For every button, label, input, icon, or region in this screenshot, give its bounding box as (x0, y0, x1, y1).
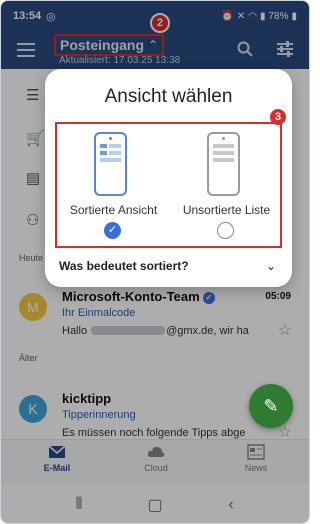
option-sorted-label: Sortierte Ansicht (69, 203, 158, 217)
alarm-icon: ⏰ (221, 10, 234, 22)
network-icon[interactable]: ⚇ (26, 211, 42, 229)
filter-icon[interactable] (276, 41, 294, 57)
mail-preview-end: @gmx.de, wir ha (166, 325, 249, 337)
bottom-navigation: E-Mail Cloud News (1, 439, 309, 485)
sender-name: kicktipp (62, 391, 112, 406)
section-today: Heute (19, 253, 44, 263)
pencil-icon: ✎ (263, 395, 279, 416)
nav-label: E-Mail (43, 463, 71, 473)
sorted-phone-icon (94, 132, 127, 196)
nav-news[interactable]: News (216, 444, 296, 473)
document-icon[interactable]: ▤ (26, 169, 42, 187)
mail-subject: Ihr Einmalcode (62, 307, 136, 319)
mail-subject: Tipperinnerung (62, 409, 136, 421)
status-icons: ⏰ ✕ ◠ ▮ 78% ▮ (221, 11, 297, 22)
back-icon[interactable]: ‹ (216, 496, 246, 514)
section-older: Älter (19, 353, 38, 363)
recents-icon[interactable]: ⦀ (64, 496, 94, 514)
star-icon[interactable]: ☆ (278, 320, 292, 340)
avatar: M (19, 293, 47, 321)
folder-selector[interactable]: Posteingang ⌃ (54, 34, 165, 56)
radio-unsorted[interactable] (217, 222, 234, 239)
battery-level: 78% (268, 10, 289, 22)
verified-icon: ✓ (202, 292, 215, 304)
chevron-up-icon: ⌃ (148, 38, 159, 52)
news-icon (247, 444, 265, 460)
sender-name: Microsoft-Konto-Team ✓ (62, 289, 215, 304)
nav-label: News (244, 463, 268, 473)
mail-preview-start: Hallo (62, 325, 91, 337)
whatsapp-icon: ◎ (46, 10, 56, 23)
cloud-icon (147, 446, 165, 457)
menu-icon[interactable] (17, 43, 35, 57)
contacts-icon[interactable]: ☰ (26, 86, 42, 104)
system-navigation: ⦀ ▢ ‹ (1, 485, 309, 523)
status-time: 13:54 (13, 10, 42, 22)
page-title: Posteingang (60, 37, 145, 53)
radio-sorted[interactable]: ✓ (104, 222, 121, 239)
redacted-address (91, 326, 166, 335)
search-icon[interactable] (237, 41, 253, 57)
chevron-down-icon[interactable]: ⌄ (266, 259, 276, 273)
nav-cloud[interactable]: Cloud (116, 444, 196, 473)
wifi-icon: ◠ (248, 10, 257, 22)
home-icon[interactable]: ▢ (140, 495, 170, 515)
nav-email[interactable]: E-Mail (17, 444, 97, 473)
nav-label: Cloud (144, 463, 168, 473)
app-window: 13:54 ◎ ⏰ ✕ ◠ ▮ 78% ▮ Posteingang ⌃ 2 Ak… (0, 0, 310, 524)
mail-icon (48, 445, 66, 458)
option-unsorted-label: Unsortierte Liste (182, 203, 271, 217)
mail-time: 05:09 (265, 291, 291, 302)
view-picker-dialog: Ansicht wählen 3 Sortierte Ansicht ✓ Uns… (45, 69, 292, 287)
mail-preview: Hallo @gmx.de, wir ha (62, 325, 277, 337)
unsorted-phone-icon (207, 132, 240, 196)
app-bar: Posteingang ⌃ 2 Aktualisiert: 17.03.25 1… (1, 13, 309, 69)
option-sorted[interactable]: Sortierte Ansicht ✓ (57, 124, 170, 246)
shopping-cart-icon[interactable]: 🛒 (26, 129, 45, 147)
list-item[interactable]: M Microsoft-Konto-Team ✓ 05:09 Ihr Einmal… (1, 281, 309, 343)
compose-button[interactable]: ✎ (249, 384, 293, 428)
avatar: K (19, 395, 47, 423)
view-options: Sortierte Ansicht ✓ Unsortierte Liste (55, 122, 282, 248)
last-updated: Aktualisiert: 17.03.25 13:38 (59, 55, 181, 66)
mute-icon: ✕ (236, 10, 246, 22)
faq-sorted[interactable]: Was bedeutet sortiert? (59, 259, 189, 273)
option-unsorted[interactable]: Unsortierte Liste (170, 124, 283, 246)
sender-name-text: Microsoft-Konto-Team (62, 289, 200, 304)
mail-preview: Es müssen noch folgende Tipps abge (62, 427, 246, 439)
signal-icon: ▮ (259, 10, 266, 22)
dialog-title: Ansicht wählen (104, 86, 233, 107)
annotation-badge: 2 (150, 13, 170, 33)
battery-icon: ▮ (291, 10, 297, 22)
